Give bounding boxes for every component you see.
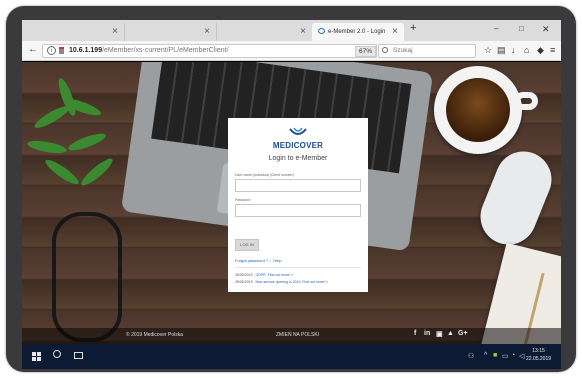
password-label: Password — [235, 198, 251, 202]
close-tab-icon[interactable]: × — [112, 26, 118, 37]
minimize-button[interactable]: – — [494, 24, 498, 33]
tab-active-label: e-Member 2.0 - Login — [328, 29, 386, 35]
clock-time: 13:15 — [532, 348, 545, 354]
password-field[interactable] — [235, 204, 361, 217]
tab-1[interactable]: × — [26, 23, 124, 41]
tab-3[interactable]: × — [216, 23, 312, 41]
address-bar[interactable]: i 10.6.1.199/eMember/xs-current/PL/eMemb… — [42, 44, 391, 58]
tablet-frame: × × × e-Member 2.0 - Login × + – □ ✕ ← i … — [6, 6, 576, 372]
language-switch-link[interactable]: ZMIEŃ NA POLSKI — [276, 332, 319, 338]
glasses-photo — [52, 212, 122, 342]
facebook-icon[interactable]: f — [414, 330, 416, 337]
youtube-icon[interactable]: ▲ — [447, 330, 454, 337]
clock-date: 22.05.2019 — [526, 356, 552, 362]
username-label: User name (individual (Client number) — [235, 173, 294, 177]
google-plus-icon[interactable]: G+ — [458, 330, 468, 337]
news-item: 28/05/2019 New service opening in 2019. F… — [235, 280, 328, 284]
login-button[interactable]: LOG IN — [235, 239, 259, 251]
battery-icon[interactable]: ▭ — [502, 352, 509, 360]
search-placeholder: Szukaj — [393, 47, 413, 54]
plant-photo — [22, 76, 127, 222]
page-content: MEDICOVER Login to e-Member User name (i… — [22, 62, 561, 344]
search-icon — [382, 47, 388, 53]
copyright-text: © 2019 Medicover Polska — [126, 332, 184, 338]
maximize-button[interactable]: □ — [519, 24, 524, 33]
forgot-password-link[interactable]: Forgot password ? — [235, 258, 268, 263]
login-card: MEDICOVER Login to e-Member User name (i… — [228, 118, 368, 292]
linkedin-icon[interactable]: in — [424, 330, 430, 337]
insecure-lock-icon[interactable] — [59, 47, 64, 54]
new-tab-button[interactable]: + — [410, 22, 416, 34]
help-link[interactable]: Help — [273, 258, 281, 263]
search-icon[interactable] — [53, 350, 61, 358]
instagram-icon[interactable]: ▣ — [436, 330, 443, 338]
divider — [235, 267, 361, 268]
mouse-photo — [472, 143, 560, 253]
download-icon[interactable]: ↓ — [511, 45, 516, 55]
windows-taskbar: ⚇ ^ ■ ▭ ◔ ◁ 13:15 22.05.2019 — [22, 344, 561, 369]
brand-name: MEDICOVER — [272, 141, 324, 150]
medicover-favicon-icon — [318, 28, 325, 34]
search-input[interactable]: Szukaj — [378, 44, 476, 58]
login-title: Login to e-Member — [268, 155, 328, 162]
taskbar-clock[interactable]: 13:15 22.05.2019 — [526, 347, 551, 363]
home-icon[interactable]: ⌂ — [524, 45, 529, 55]
url-text[interactable]: 10.6.1.199/eMember/xs-current/PL/eMember… — [69, 47, 229, 54]
close-tab-icon[interactable]: × — [300, 26, 306, 37]
tab-emember-login[interactable]: e-Member 2.0 - Login × — [312, 23, 404, 41]
reading-list-icon[interactable]: ▤ — [497, 45, 506, 56]
login-links: Forgot password ? | Help — [235, 258, 282, 263]
tab-2[interactable]: × — [124, 23, 216, 41]
medicover-logo-icon — [289, 127, 307, 135]
close-tab-icon[interactable]: × — [204, 26, 210, 37]
news-link[interactable]: GDPR. Find out more! » — [256, 273, 294, 277]
windows-start-icon[interactable] — [32, 352, 42, 362]
network-icon[interactable]: ◔ — [511, 352, 515, 359]
menu-icon[interactable]: ≡ — [550, 45, 555, 55]
zoom-level-badge[interactable]: 67% — [355, 46, 377, 57]
info-icon[interactable]: i — [47, 46, 56, 55]
chevron-up-icon[interactable]: ^ — [484, 352, 487, 359]
close-window-button[interactable]: ✕ — [542, 24, 550, 35]
coffee-cup-photo — [434, 66, 538, 154]
news-item: 28/05/2019 GDPR. Find out more! » — [235, 273, 293, 277]
task-view-icon[interactable] — [74, 352, 83, 359]
page-footer: © 2019 Medicover Polska ZMIEŃ NA POLSKI … — [22, 328, 561, 344]
people-icon[interactable]: ⚇ — [468, 352, 474, 360]
news-date: 28/05/2019 — [235, 273, 253, 277]
url-path: /eMember/xs-current/PL/eMemberClient/ — [102, 47, 229, 54]
screen: × × × e-Member 2.0 - Login × + – □ ✕ ← i … — [22, 20, 561, 369]
navigation-bar: ← i 10.6.1.199/eMember/xs-current/PL/eMe… — [22, 41, 561, 61]
back-arrow-icon[interactable]: ← — [28, 44, 38, 55]
news-date: 28/05/2019 — [235, 280, 253, 284]
star-icon[interactable]: ☆ — [484, 45, 492, 56]
username-field[interactable] — [235, 179, 361, 192]
pocket-icon[interactable]: ◆ — [537, 45, 544, 56]
update-icon[interactable]: ■ — [493, 352, 497, 359]
volume-icon[interactable]: ◁ — [519, 352, 524, 360]
news-link[interactable]: New service opening in 2019. Find out mo… — [256, 280, 328, 284]
tab-strip: × × × e-Member 2.0 - Login × + – □ ✕ — [22, 20, 561, 41]
close-tab-icon[interactable]: × — [392, 26, 398, 37]
url-host: 10.6.1.199 — [69, 47, 103, 54]
